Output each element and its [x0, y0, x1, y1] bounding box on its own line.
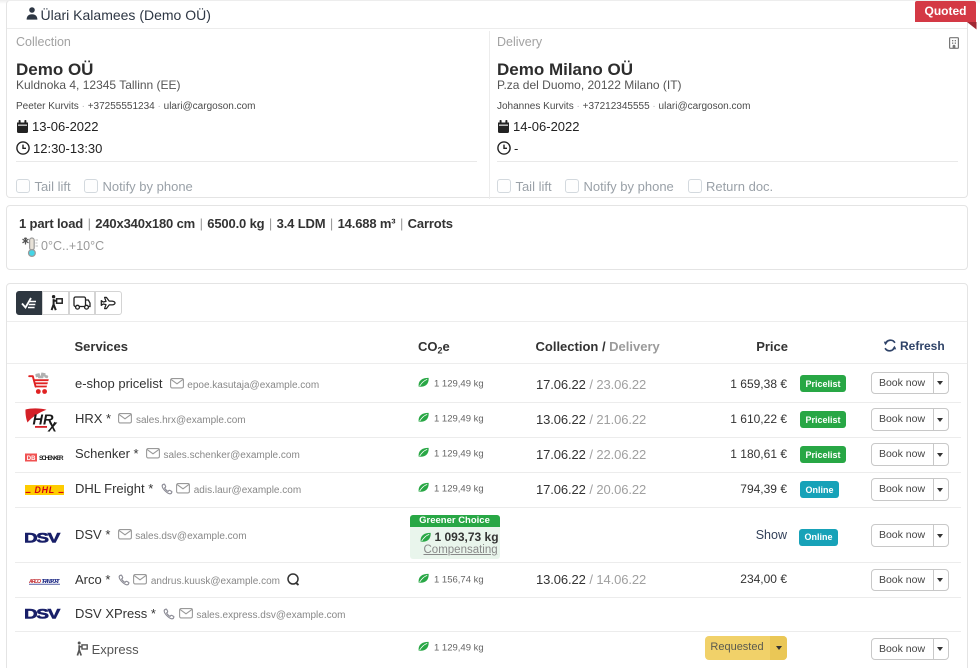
svg-text:DSV: DSV — [25, 608, 60, 621]
svg-text:DB: DB — [27, 456, 36, 462]
svg-text:SCHENKER: SCHENKER — [39, 455, 64, 462]
svg-text:DSV: DSV — [25, 532, 60, 545]
svg-text:DHL: DHL — [35, 485, 55, 495]
